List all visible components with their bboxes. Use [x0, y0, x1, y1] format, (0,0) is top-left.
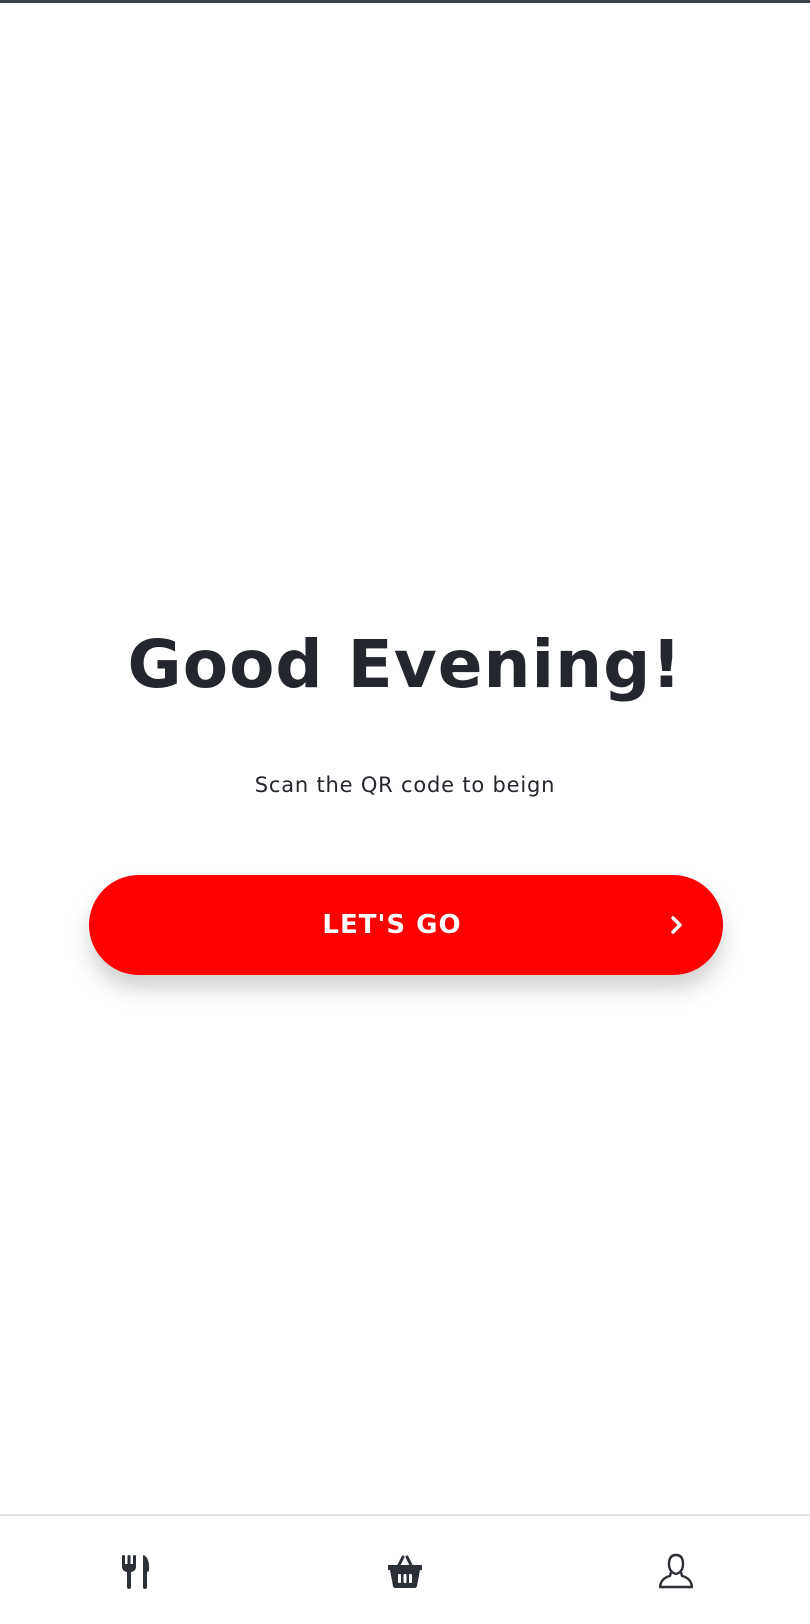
nav-item-basket[interactable] — [365, 1536, 445, 1606]
nav-item-menu[interactable] — [95, 1536, 175, 1606]
scan-instruction: Scan the QR code to beign — [254, 773, 556, 797]
greeting-heading: Good Evening! — [127, 626, 683, 703]
lets-go-label: LET'S GO — [322, 910, 462, 940]
nav-item-profile[interactable] — [636, 1536, 716, 1606]
chevron-right-icon — [671, 916, 682, 934]
user-icon — [658, 1553, 694, 1589]
bottom-navigation — [0, 1514, 810, 1624]
lets-go-button[interactable]: LET'S GO — [89, 875, 723, 975]
basket-icon — [388, 1555, 422, 1588]
welcome-screen: Good Evening! Scan the QR code to beign … — [0, 0, 810, 1514]
fork-knife-icon — [122, 1555, 150, 1589]
